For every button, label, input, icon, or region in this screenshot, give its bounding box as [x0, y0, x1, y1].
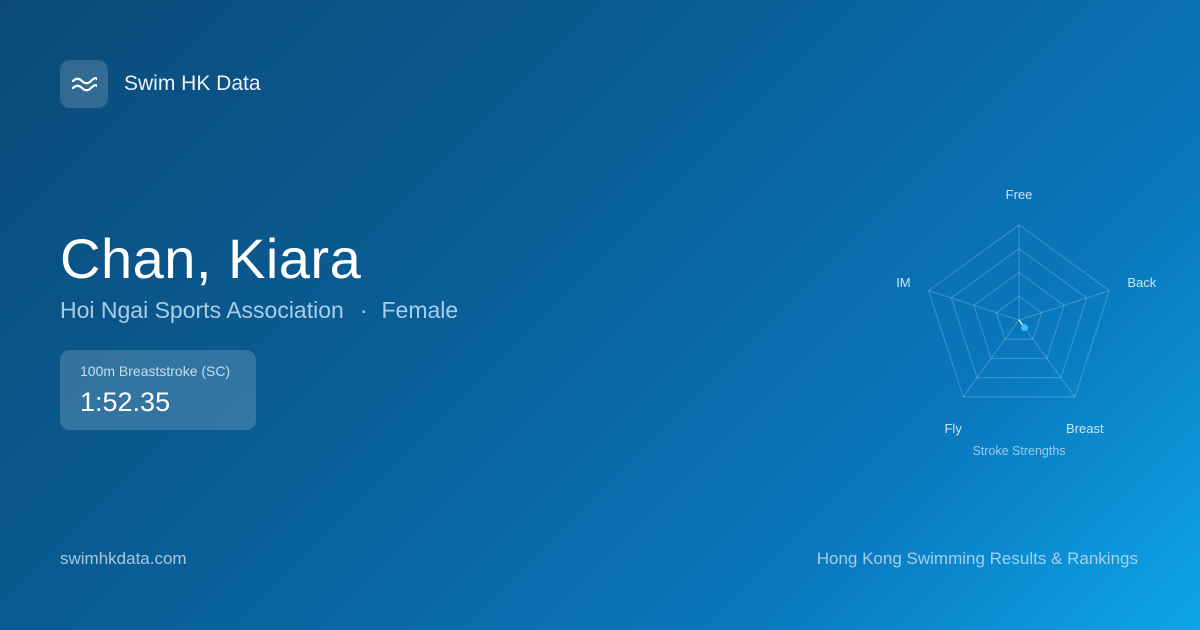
radar-axis-label-back: Back [1127, 274, 1157, 290]
radar-axis-label-free: Free [1005, 187, 1033, 202]
radar-spoke-back [1018, 290, 1110, 321]
site-tagline: Hong Kong Swimming Results & Rankings [816, 549, 1138, 568]
stroke-radar-chart: Free Back Breast Fly IM Stroke Strengths [880, 180, 1160, 470]
radar-svg [928, 224, 1110, 398]
brand-name: Swim HK Data [124, 72, 261, 95]
radar-axis-label-fly: Fly [944, 420, 962, 436]
radar-point-breast [1021, 324, 1029, 332]
gender-label: Female [381, 297, 459, 323]
waves-icon [60, 60, 108, 108]
radar-axis-label-im: IM [896, 274, 911, 290]
athlete-name: Chan, Kiara [60, 227, 362, 290]
club-name: Hoi Ngai Sports Association [60, 297, 344, 323]
radar-spoke-im [928, 290, 1020, 321]
event-time: 1:52.35 [80, 387, 171, 417]
meta-separator: · [359, 297, 368, 323]
event-name: 100m Breaststroke (SC) [80, 363, 231, 379]
site-url: swimhkdata.com [60, 549, 187, 568]
radar-axis-label-breast: Breast [1066, 420, 1104, 436]
athlete-meta: Hoi Ngai Sports Association · Female [60, 297, 458, 324]
chart-title: Stroke Strengths [972, 444, 1066, 458]
event-card: 100m Breaststroke (SC) 1:52.35 [60, 350, 256, 430]
brand: Swim HK Data [60, 60, 261, 108]
